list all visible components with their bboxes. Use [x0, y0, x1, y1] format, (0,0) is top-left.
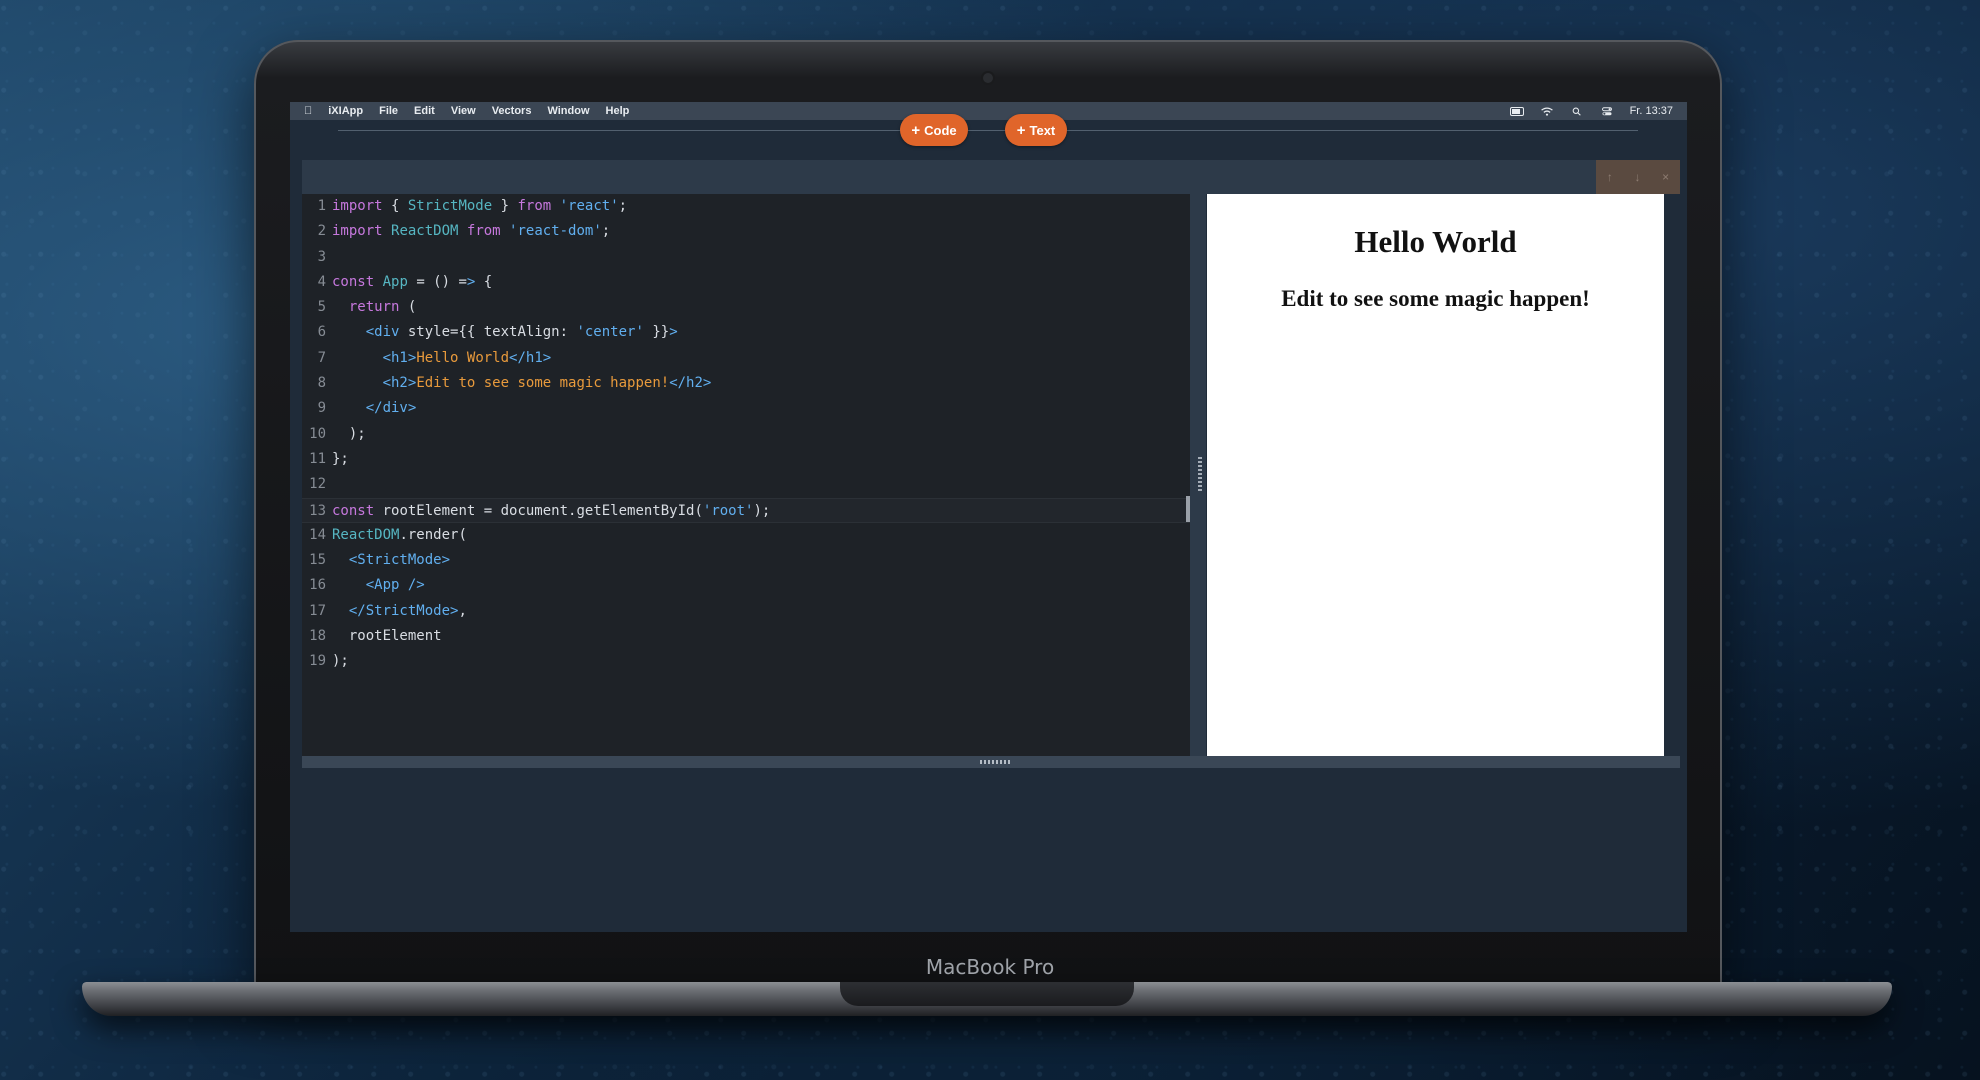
code-line[interactable]: 8 <h2>Edit to see some magic happen!</h2… [302, 371, 1190, 396]
code-line[interactable]: 17 </StrictMode>, [302, 599, 1190, 624]
menu-help[interactable]: Help [606, 105, 630, 117]
code-text: import { StrictMode } from 'react'; [332, 198, 628, 214]
vertical-grip-icon[interactable] [1198, 457, 1202, 493]
code-text: <StrictMode> [348, 552, 451, 569]
line-number: 4 [317, 273, 326, 290]
close-icon[interactable]: × [1662, 170, 1669, 184]
code-text: <h2>Edit to see some magic happen!</h2> [382, 375, 712, 392]
code-line[interactable]: 4 const App = () => { [302, 270, 1190, 295]
code-editor[interactable]: 1 import { StrictMode } from 'react'; 2 im… [302, 194, 1198, 756]
line-number: 9 [317, 400, 326, 417]
code-line[interactable]: 3 [302, 245, 1190, 270]
move-up-icon[interactable]: ↑ [1607, 170, 1613, 184]
code-text: ); [332, 653, 349, 670]
code-text: <div style={{ textAlign: 'center' }}> [365, 324, 678, 341]
code-line[interactable]: 7 <h1>Hello World</h1> [302, 346, 1190, 371]
line-number: 8 [317, 375, 326, 392]
add-text-label: Text [1029, 122, 1056, 138]
code-line[interactable]: 10 ); [302, 422, 1190, 447]
line-number: 3 [317, 248, 326, 265]
laptop-screen:  iXIApp File Edit View Vectors Window H… [290, 102, 1687, 932]
menu-vectors[interactable]: Vectors [492, 105, 532, 117]
code-line[interactable]: 12 [302, 472, 1190, 497]
code-text: rootElement [332, 628, 442, 645]
search-icon[interactable] [1570, 107, 1584, 116]
line-number: 16 [309, 577, 326, 594]
line-number: 10 [309, 425, 326, 442]
code-text: </StrictMode>, [348, 602, 467, 619]
code-text: </div> [365, 400, 417, 417]
plus-icon: + [911, 121, 921, 139]
add-code-button[interactable]: + Code [900, 114, 968, 146]
preview-subheading: Edit to see some magic happen! [1281, 286, 1590, 311]
code-text: const rootElement = document.getElementB… [332, 502, 771, 519]
line-number: 19 [309, 653, 326, 670]
camera-icon [983, 73, 993, 83]
code-line[interactable]: 16 <App /> [302, 573, 1190, 598]
line-number: 15 [309, 552, 326, 569]
menu-window[interactable]: Window [547, 105, 589, 117]
line-number: 13 [309, 502, 326, 519]
horizontal-splitter[interactable] [302, 756, 1680, 768]
line-number: 18 [309, 628, 326, 645]
code-line[interactable]: 9 </div> [302, 396, 1190, 421]
code-text: <h1>Hello World</h1> [382, 349, 552, 366]
code-text: }; [332, 450, 349, 467]
line-number: 1 [317, 198, 326, 214]
code-text: ReactDOM.render( [332, 526, 467, 543]
apple-icon[interactable]:  [304, 105, 312, 117]
code-line[interactable]: 1 import { StrictMode } from 'react'; [302, 194, 1190, 219]
code-line[interactable]: 6 <div style={{ textAlign: 'center' }}> [302, 320, 1190, 345]
code-line[interactable]: 2 import ReactDOM from 'react-dom'; [302, 219, 1190, 244]
code-text: import ReactDOM from 'react-dom'; [332, 223, 611, 240]
code-line[interactable]: 11}; [302, 447, 1190, 472]
code-panel-header: ↑ ↓ × [302, 160, 1680, 194]
line-number: 7 [317, 349, 326, 366]
menu-app-name[interactable]: iXIApp [328, 105, 363, 117]
horizontal-grip-icon[interactable] [980, 760, 1010, 764]
preview-heading: Hello World [1354, 224, 1517, 259]
menu-view[interactable]: View [451, 105, 476, 117]
plus-icon: + [1016, 121, 1026, 139]
code-text: ); [332, 425, 366, 442]
code-text: return ( [348, 299, 417, 316]
line-number: 17 [309, 602, 326, 619]
code-text: const App = () => { [332, 273, 493, 290]
line-number: 5 [317, 299, 326, 316]
code-line[interactable]: 5 return ( [302, 295, 1190, 320]
preview-pane: Hello World Edit to see some magic happe… [1207, 194, 1664, 756]
add-text-button[interactable]: + Text [1005, 114, 1067, 146]
code-line[interactable]: 15 <StrictMode> [302, 548, 1190, 573]
line-number: 14 [309, 526, 326, 543]
device-label: MacBook Pro [925, 955, 1055, 979]
laptop-hinge-notch [840, 982, 1134, 1006]
panel-controls: ↑ ↓ × [1596, 160, 1680, 194]
code-line[interactable]: 14 ReactDOM.render( [302, 523, 1190, 548]
menu-file[interactable]: File [379, 105, 398, 117]
line-number: 2 [317, 223, 326, 240]
control-center-icon[interactable] [1600, 106, 1614, 116]
code-line[interactable]: 19); [302, 649, 1190, 674]
battery-icon[interactable] [1509, 106, 1524, 116]
menubar-clock: Fr. 13:37 [1629, 105, 1673, 117]
code-line[interactable]: 18 rootElement [302, 624, 1190, 649]
code-line-active[interactable]: 13 const rootElement = document.getElemen… [302, 497, 1190, 523]
line-number: 12 [309, 476, 326, 493]
line-number: 6 [317, 324, 326, 341]
line-number: 11 [309, 450, 326, 467]
code-text: <App /> [365, 577, 425, 594]
toolbar-divider [338, 130, 1638, 131]
move-down-icon[interactable]: ↓ [1634, 170, 1640, 184]
menu-edit[interactable]: Edit [414, 105, 435, 117]
wifi-icon[interactable] [1540, 106, 1554, 116]
add-code-label: Code [924, 122, 957, 138]
menu-bar:  iXIApp File Edit View Vectors Window H… [290, 102, 1687, 120]
